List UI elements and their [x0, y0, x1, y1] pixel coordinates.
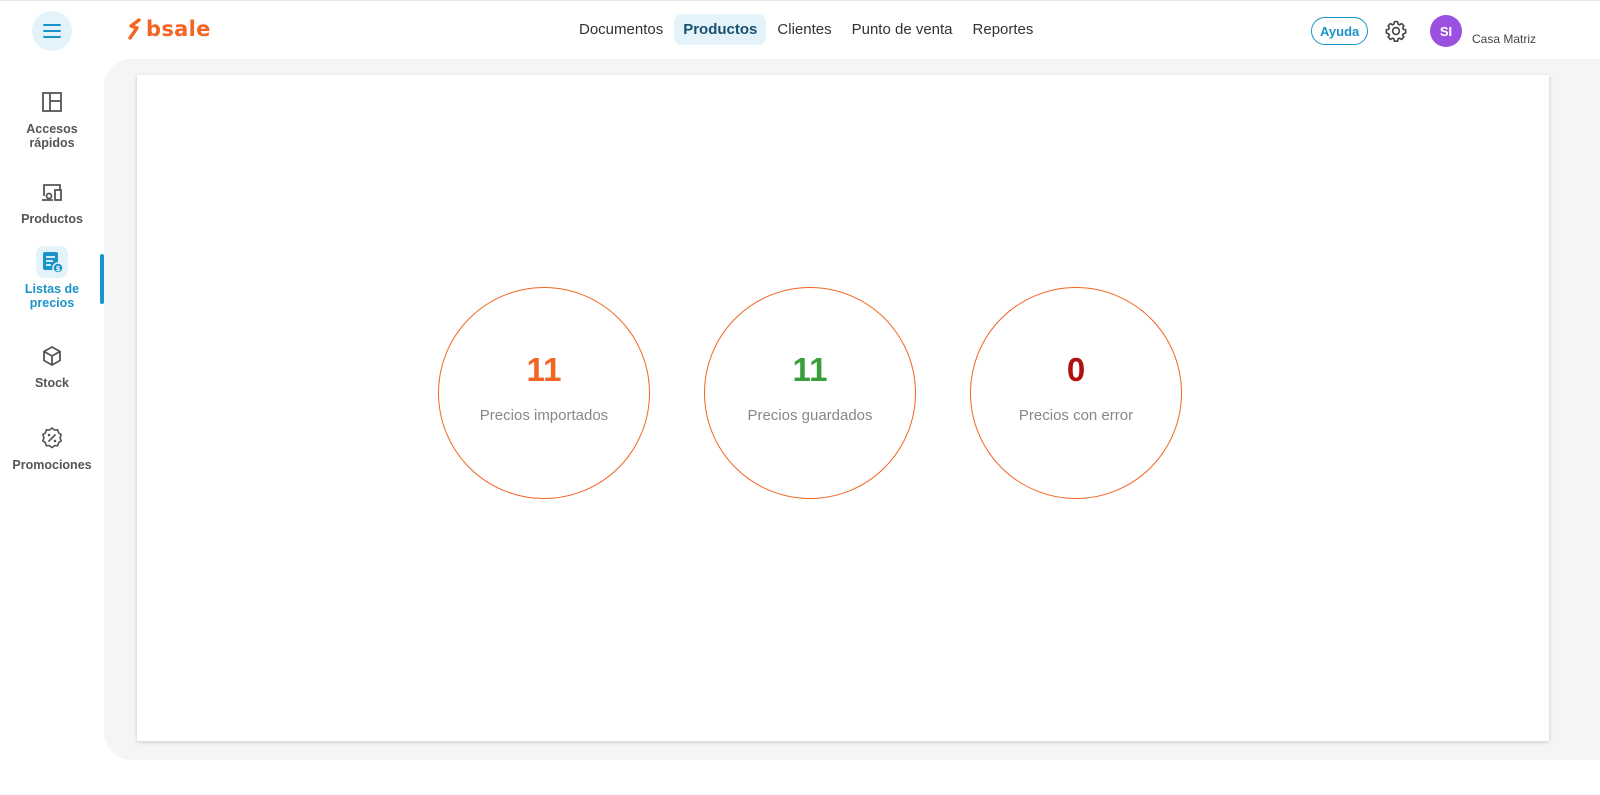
nav-productos[interactable]: Productos [674, 14, 767, 45]
bsale-logo-icon [128, 18, 141, 40]
content-card: 11 Precios importados 11 Precios guardad… [137, 75, 1549, 741]
nav-reportes[interactable]: Reportes [964, 14, 1043, 45]
stat-value: 11 [526, 350, 562, 388]
main-nav: Documentos Productos Clientes Punto de v… [570, 14, 1042, 45]
avatar[interactable]: SI [1430, 15, 1462, 47]
hamburger-icon [43, 24, 61, 38]
sidebar-item-label: Stock [34, 376, 70, 390]
box-icon [43, 346, 61, 366]
sidebar-item-label: Productos [21, 212, 83, 226]
sidebar-item-listas-de-precios[interactable]: $ Listas de precios [0, 246, 104, 310]
help-button[interactable]: Ayuda [1311, 17, 1369, 45]
sidebar-item-label: Accesos rápidos [26, 122, 78, 150]
stat-errors: 0 Precios con error [970, 287, 1182, 499]
price-list-icon: $ [43, 252, 64, 274]
products-icon [42, 184, 62, 201]
menu-button[interactable] [32, 11, 72, 51]
nav-documentos[interactable]: Documentos [570, 14, 672, 45]
stat-label: Precios guardados [747, 406, 873, 424]
nav-clientes[interactable]: Clientes [768, 14, 840, 45]
svg-text:$: $ [56, 265, 61, 273]
sidebar-item-label: Promociones [12, 458, 92, 472]
top-bar: bsale Documentos Productos Clientes Punt… [0, 0, 1600, 58]
stat-imported: 11 Precios importados [438, 287, 650, 499]
sidebar-item-accesos-rapidos[interactable]: Accesos rápidos [0, 86, 104, 150]
sidebar-item-stock[interactable]: Stock [0, 340, 104, 390]
sidebar-item-promociones[interactable]: Promociones [0, 422, 104, 472]
discount-badge-icon [42, 427, 62, 449]
stat-value: 11 [792, 350, 828, 388]
sidebar: Accesos rápidos Productos $ Listas de pr… [0, 58, 104, 760]
stat-label: Precios con error [1018, 406, 1134, 424]
sidebar-item-productos[interactable]: Productos [0, 176, 104, 226]
logo-text: bsale [146, 17, 211, 41]
layout-icon [42, 92, 62, 112]
stat-value: 0 [1066, 350, 1086, 388]
stat-saved: 11 Precios guardados [704, 287, 916, 499]
branch-name[interactable]: Casa Matriz [1472, 32, 1536, 46]
bsale-logo[interactable]: bsale [128, 17, 211, 41]
nav-punto-de-venta[interactable]: Punto de venta [843, 14, 962, 45]
sidebar-item-label: Listas de precios [24, 282, 80, 310]
gear-icon[interactable] [1384, 19, 1408, 43]
stat-label: Precios importados [479, 406, 609, 424]
